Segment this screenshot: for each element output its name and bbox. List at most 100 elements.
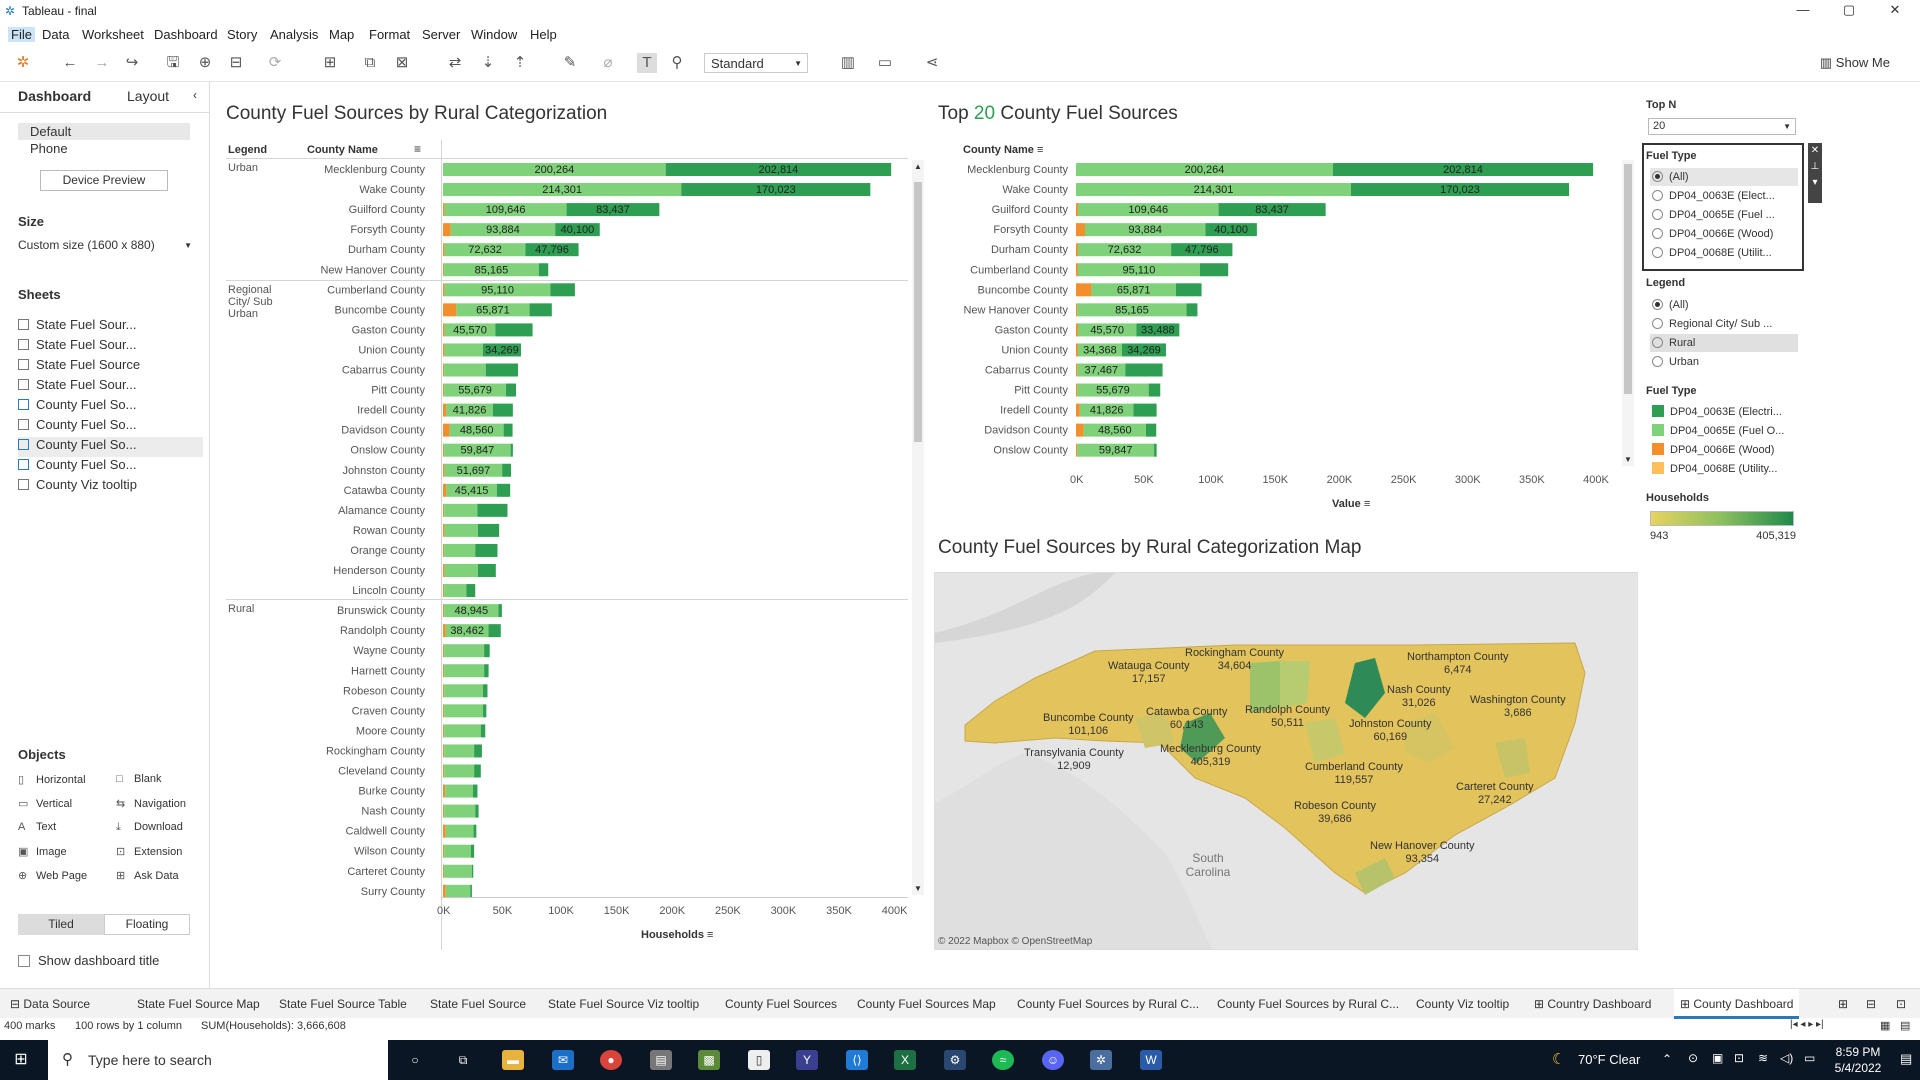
tab-sheet[interactable]: State Fuel Source Map: [137, 997, 260, 1011]
map-label-value: 101,106: [1068, 725, 1109, 737]
option-label: DP04_0063E (Elect...: [1669, 190, 1775, 202]
bar-wood: [1076, 243, 1078, 257]
scrollbar-thumb[interactable]: [1624, 164, 1632, 394]
new-dashboard-tab-icon[interactable]: ⊟: [1866, 997, 1876, 1011]
legend-filter-option[interactable]: Rural: [1650, 334, 1798, 352]
fuel-filter-option[interactable]: DP04_0066E (Wood): [1650, 225, 1798, 243]
pin-icon[interactable]: ⊥: [1811, 161, 1820, 172]
data-label: 41,826: [1090, 405, 1124, 417]
tray-app-icon[interactable]: ▣: [1712, 1051, 1723, 1065]
tab-data-source[interactable]: ⊟ Data Source: [10, 997, 90, 1011]
tab-sheet[interactable]: State Fuel Source: [430, 997, 526, 1011]
data-label: 34,269: [1127, 344, 1161, 356]
minecraft-icon[interactable]: ▩: [698, 1050, 720, 1070]
tab-sheet[interactable]: County Fuel Sources by Rural C...: [1017, 997, 1199, 1011]
status-marks: 400 marks: [4, 1020, 56, 1032]
tab-sheet[interactable]: County Viz tooltip: [1416, 997, 1509, 1011]
grid-view-icon[interactable]: ▦: [1880, 1019, 1890, 1032]
file-explorer-icon[interactable]: ▬: [502, 1050, 524, 1070]
taskbar-clock[interactable]: 8:59 PM 5/4/2022: [1823, 1044, 1893, 1076]
data-label: 47,796: [1185, 244, 1219, 256]
close-icon[interactable]: ✕: [1811, 145, 1819, 156]
county-name-label: Onslow County: [993, 445, 1068, 457]
fuel-type-legend-item[interactable]: DP04_0068E (Utility...: [1650, 460, 1798, 478]
status-sum: SUM(Households): 3,666,608: [201, 1020, 346, 1032]
map-label-value: 405,319: [1190, 756, 1231, 768]
tableau-taskbar-icon[interactable]: ✲: [1090, 1050, 1112, 1070]
legend-filter-option[interactable]: Urban: [1650, 353, 1798, 371]
county-name-label: Pitt County: [1014, 385, 1068, 397]
tray-app-icon[interactable]: ⊡: [1734, 1051, 1744, 1065]
topn-select[interactable]: 20 ▼: [1648, 118, 1796, 135]
task-view-icon[interactable]: ⧉: [452, 1050, 474, 1070]
data-label: 37,467: [1084, 365, 1118, 377]
map-label-name: Nash County: [1387, 684, 1451, 696]
fuel-type-legend-item[interactable]: DP04_0063E (Electri...: [1650, 403, 1798, 421]
tab-navigation-arrows[interactable]: |◂ ◂ ▸ ▸|: [1790, 1019, 1824, 1030]
steam-icon[interactable]: ⚙: [944, 1050, 966, 1070]
option-label: (All): [1669, 171, 1689, 183]
map-label-value: 39,686: [1318, 813, 1352, 825]
notepad-icon[interactable]: ▯: [748, 1050, 770, 1070]
weather-moon-icon: ☾: [1552, 1051, 1566, 1068]
fuel-filter-option[interactable]: DP04_0065E (Fuel ...: [1650, 206, 1798, 224]
filmstrip-icon[interactable]: ▤: [1900, 1019, 1910, 1032]
scroll-down-icon[interactable]: ▼: [1624, 455, 1632, 464]
tab-active-dashboard[interactable]: ⊞ County Dashboard: [1674, 989, 1800, 1019]
new-worksheet-tab-icon[interactable]: ⊞: [1838, 997, 1848, 1011]
mail-icon[interactable]: ✉: [552, 1050, 574, 1070]
wifi-icon[interactable]: ≋: [1758, 1051, 1768, 1065]
map-label-name: Catawba County: [1146, 706, 1228, 718]
fuel-type-legend-item[interactable]: DP04_0066E (Wood): [1650, 441, 1798, 459]
map-label-value: 17,157: [1131, 673, 1166, 685]
tab-dashboard[interactable]: ⊞ Country Dashboard: [1534, 997, 1651, 1011]
legend-filter-option[interactable]: (All): [1650, 296, 1798, 314]
bar-electric: [1199, 263, 1229, 277]
radio-icon: [1652, 209, 1663, 220]
windows-taskbar: ⊞ ⚲ Type here to search ○ ⧉ ▬ ✉ ● ▤ ▩ ▯ Y…: [0, 1040, 1920, 1080]
word-icon[interactable]: W: [1140, 1050, 1162, 1070]
new-story-tab-icon[interactable]: ⊡: [1896, 997, 1906, 1011]
bar-wood: [1076, 403, 1080, 417]
county-name-label: New Hanover County: [963, 304, 1068, 316]
axis-label-text: Value: [1332, 498, 1361, 510]
tab-sheet[interactable]: County Fuel Sources Map: [857, 997, 996, 1011]
data-label: 48,560: [1098, 425, 1132, 437]
fuel-type-legend-item[interactable]: DP04_0065E (Fuel O...: [1650, 422, 1798, 440]
tab-sheet[interactable]: County Fuel Sources: [725, 997, 837, 1011]
fuel-filter-option[interactable]: DP04_0068E (Utilit...: [1650, 244, 1798, 262]
app-icon[interactable]: ▤: [650, 1050, 672, 1070]
tray-chevron-icon[interactable]: ⌃: [1662, 1052, 1672, 1066]
bar-electric: [1154, 443, 1157, 457]
windows-start-icon[interactable]: ⊞: [10, 1050, 32, 1070]
cortana-icon[interactable]: ○: [404, 1050, 426, 1070]
discord-icon[interactable]: ☺: [1042, 1050, 1064, 1070]
county-name-label: Cabarrus County: [985, 365, 1069, 377]
bar-wood: [1076, 263, 1078, 277]
right-chart-scrollbar[interactable]: ▼: [1622, 160, 1634, 466]
map-land-shape: [935, 753, 1214, 949]
tab-sheet[interactable]: County Fuel Sources by Rural C...: [1217, 997, 1399, 1011]
fuel-filter-option[interactable]: (All): [1650, 168, 1798, 186]
chrome-icon[interactable]: ●: [600, 1050, 622, 1070]
fuel-filter-option[interactable]: DP04_0063E (Elect...: [1650, 187, 1798, 205]
data-label: 45,570: [1090, 324, 1124, 336]
option-label: DP04_0065E (Fuel ...: [1669, 209, 1775, 221]
chevron-down-icon[interactable]: ▾: [1812, 177, 1817, 188]
bar-wood: [1076, 283, 1092, 297]
volume-icon[interactable]: ◁): [1780, 1051, 1793, 1065]
map-title: County Fuel Sources by Rural Categorizat…: [938, 537, 1362, 558]
app-icon[interactable]: Y: [796, 1050, 818, 1070]
spotify-icon[interactable]: ≈: [992, 1050, 1014, 1070]
notifications-icon[interactable]: ▤: [1900, 1051, 1912, 1067]
tab-sheet[interactable]: State Fuel Source Viz tooltip: [548, 997, 699, 1011]
filter-card-controls[interactable]: ✕ ⊥ ▾: [1808, 143, 1822, 203]
excel-icon[interactable]: X: [894, 1050, 916, 1070]
battery-icon[interactable]: ▭: [1804, 1051, 1815, 1065]
tab-sheet[interactable]: State Fuel Source Table: [279, 997, 407, 1011]
sort-icon[interactable]: ≡: [1364, 498, 1370, 510]
taskbar-search[interactable]: ⚲ Type here to search: [48, 1040, 388, 1080]
legend-filter-option[interactable]: Regional City/ Sub ...: [1650, 315, 1798, 333]
tray-app-icon[interactable]: ⊙: [1688, 1051, 1698, 1065]
vscode-icon[interactable]: ⟨⟩: [846, 1050, 868, 1070]
